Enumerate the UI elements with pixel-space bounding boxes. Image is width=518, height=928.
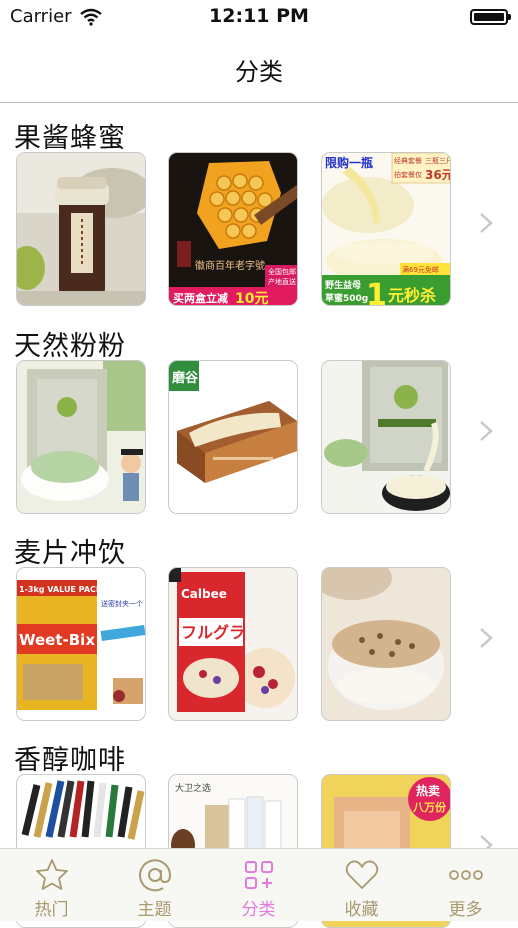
honey-bowl-photo: 限购一瓶 经典套餐 三瓶三斤 拍套餐仅 36元 满69元免邮 野生益母 草蜜50…	[322, 153, 451, 306]
powder-box-photo: 磨谷	[169, 361, 297, 513]
battery-icon	[470, 9, 511, 25]
tab-label: 分类	[241, 900, 276, 920]
tile-text-gift: 送密封夹一个	[101, 599, 143, 608]
product-tile-honey-bowl[interactable]: 限购一瓶 经典套餐 三瓶三斤 拍套餐仅 36元 满69元免邮 野生益母 草蜜50…	[321, 152, 451, 306]
tile-text-sales: 八万份	[412, 800, 447, 814]
oatmeal-bowl-photo	[322, 568, 450, 720]
product-tile-calbee-granola[interactable]: Calbee フルグラ	[168, 567, 298, 721]
clock: 12:11 PM	[209, 5, 309, 27]
section-title: 麦片冲饮	[14, 538, 126, 569]
chevron-right-icon[interactable]	[478, 212, 494, 234]
jam-jar-photo	[17, 153, 145, 305]
section-title: 香醇咖啡	[14, 745, 126, 776]
tile-text-set-qty: 三瓶三斤	[425, 156, 451, 165]
tile-text-brand: 磨谷	[172, 370, 199, 386]
tab-favorites[interactable]: 收藏	[310, 849, 413, 921]
tab-bar: 热门 主题 分类 收藏 更多	[0, 848, 518, 921]
product-tile-jam-jar[interactable]	[16, 152, 146, 306]
product-tile-oatmeal[interactable]	[321, 567, 451, 721]
tile-text-flash: 元秒杀	[388, 286, 436, 305]
product-tile-green-powder[interactable]	[16, 360, 146, 514]
tab-label: 热门	[34, 900, 69, 920]
tab-category[interactable]: 分类	[207, 849, 310, 921]
tile-text-one: 1	[366, 278, 387, 306]
tab-theme[interactable]: 主题	[103, 849, 206, 921]
tile-text-set-price: 36元	[425, 168, 451, 182]
tile-text-weetbix: Weet-Bix	[19, 631, 95, 649]
tile-text-calbee: Calbee	[181, 587, 227, 601]
product-tile-powder-pack[interactable]	[321, 360, 451, 514]
tile-text-free-ship: 满69元免邮	[402, 265, 439, 274]
grid-icon	[245, 861, 273, 889]
tile-text-shipping: 全国包邮	[268, 267, 296, 276]
tile-text-set-price-label: 拍套餐仅	[394, 170, 422, 179]
tile-text-amount: 10元	[235, 291, 268, 306]
product-tile-honeycomb[interactable]: 徽商百年老字號 全国包邮 产地直送 买两盒立减 10元	[168, 152, 298, 306]
chevron-right-icon[interactable]	[478, 420, 494, 442]
page-title: 分类	[235, 58, 283, 86]
tab-label: 主题	[137, 900, 172, 920]
tile-text-brand: 徽商百年老字號	[195, 259, 265, 272]
tile-text-brand: 大卫之选	[175, 782, 211, 794]
more-icon	[449, 870, 483, 880]
tile-text-name-2: 草蜜500g	[325, 292, 368, 304]
tile-text-granola: フルグラ	[181, 623, 245, 642]
status-bar: Carrier 12:11 PM	[0, 0, 518, 36]
tile-text-name-1: 野生益母	[325, 279, 361, 291]
product-tile-powder-box[interactable]: 磨谷	[168, 360, 298, 514]
calbee-granola-photo: Calbee フルグラ	[169, 568, 297, 720]
tab-label: 更多	[448, 900, 483, 920]
star-icon	[36, 859, 68, 890]
tile-text-set: 经典套餐	[394, 156, 422, 165]
green-powder-photo	[17, 361, 145, 513]
section-title: 天然粉粉	[14, 331, 126, 362]
at-icon	[139, 859, 172, 892]
tab-hot[interactable]: 热门	[0, 849, 103, 921]
tile-text-hot: 热卖	[416, 783, 440, 798]
section-title: 果酱蜂蜜	[14, 123, 126, 154]
product-tile-weetbix[interactable]: 1-3kg VALUE PACK Weet-Bix 送密封夹一个	[16, 567, 146, 721]
navigation-bar: 分类	[0, 36, 518, 103]
tile-text-origin: 产地直送	[268, 277, 296, 286]
tab-more[interactable]: 更多	[414, 849, 517, 921]
powder-pack-photo	[322, 361, 450, 513]
tile-text-pack: 1-3kg VALUE PACK	[19, 585, 103, 594]
tab-label: 收藏	[344, 900, 379, 920]
tile-text-limit: 限购一瓶	[325, 155, 373, 170]
heart-icon	[345, 860, 379, 889]
chevron-right-icon[interactable]	[478, 627, 494, 649]
honeycomb-photo: 徽商百年老字號 全国包邮 产地直送 买两盒立减 10元	[169, 153, 297, 306]
tile-text-promo: 买两盒立减	[173, 291, 228, 305]
weetbix-box-photo: 1-3kg VALUE PACK Weet-Bix 送密封夹一个	[17, 568, 145, 720]
